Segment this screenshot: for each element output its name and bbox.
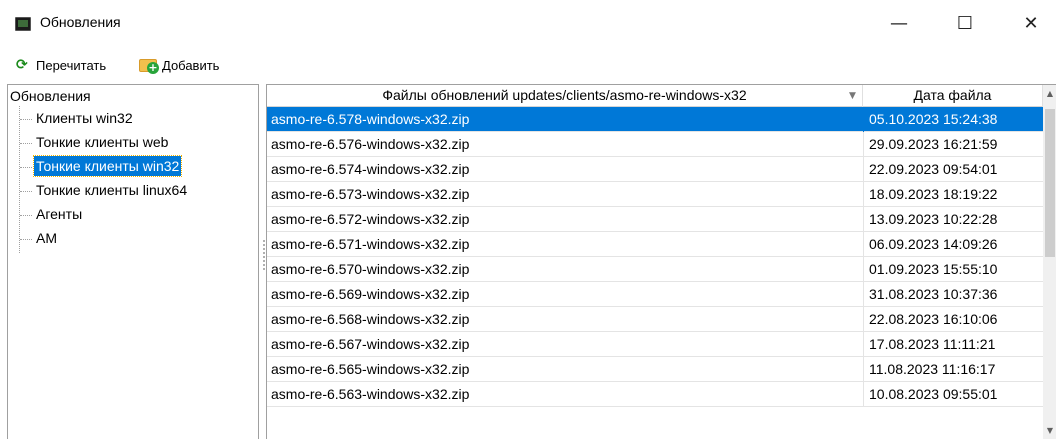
- column-divider: [863, 232, 864, 257]
- table-row[interactable]: asmo-re-6.569-windows-x32.zip 31.08.2023 …: [267, 282, 1043, 307]
- cell-file: asmo-re-6.571-windows-x32.zip: [271, 236, 470, 252]
- scroll-up-icon[interactable]: ▲: [1043, 85, 1056, 103]
- window-title: Обновления: [40, 14, 121, 30]
- files-table[interactable]: Файлы обновлений updates/clients/asmo-re…: [266, 84, 1056, 439]
- tree-item[interactable]: Клиенты win32: [20, 108, 135, 130]
- tree-item-label: AM: [36, 230, 57, 246]
- tree-item-label: Тонкие клиенты win32: [32, 155, 183, 177]
- table-row[interactable]: asmo-re-6.570-windows-x32.zip 01.09.2023 …: [267, 257, 1043, 282]
- tree-item[interactable]: Тонкие клиенты web: [20, 132, 170, 154]
- tree-item-label: Клиенты win32: [36, 110, 133, 126]
- table-header: Файлы обновлений updates/clients/asmo-re…: [267, 85, 1043, 107]
- add-button[interactable]: + Добавить: [138, 52, 219, 78]
- refresh-button[interactable]: ⟳ Перечитать: [16, 52, 106, 78]
- cell-file: asmo-re-6.578-windows-x32.zip: [271, 111, 470, 127]
- toolbar: ⟳ Перечитать + Добавить: [0, 52, 1056, 80]
- cell-file: asmo-re-6.563-windows-x32.zip: [271, 386, 470, 402]
- column-header-date[interactable]: Дата файла: [863, 85, 1043, 107]
- splitter-grip-icon: [263, 240, 265, 270]
- tree-branch-line: [20, 142, 32, 144]
- cell-date: 06.09.2023 14:09:26: [869, 236, 998, 252]
- column-divider: [863, 182, 864, 207]
- column-divider: [863, 357, 864, 382]
- scroll-down-icon[interactable]: ▼: [1043, 422, 1056, 439]
- maximize-button[interactable]: ☐: [942, 8, 988, 40]
- tree-branch-line: [20, 238, 32, 240]
- table-row[interactable]: asmo-re-6.572-windows-x32.zip 13.09.2023 …: [267, 207, 1043, 232]
- close-button[interactable]: ✕: [1008, 8, 1054, 40]
- column-divider: [863, 107, 864, 132]
- tree-branch-line: [20, 190, 32, 192]
- table-row[interactable]: asmo-re-6.571-windows-x32.zip 06.09.2023 …: [267, 232, 1043, 257]
- cell-date: 10.08.2023 09:55:01: [869, 386, 998, 402]
- folder-add-icon: +: [138, 55, 160, 75]
- table-row[interactable]: asmo-re-6.574-windows-x32.zip 22.09.2023 …: [267, 157, 1043, 182]
- cell-date: 22.09.2023 09:54:01: [869, 161, 998, 177]
- cell-date: 29.09.2023 16:21:59: [869, 136, 998, 152]
- column-divider: [863, 157, 864, 182]
- table-row[interactable]: asmo-re-6.565-windows-x32.zip 11.08.2023 …: [267, 357, 1043, 382]
- column-divider: [863, 132, 864, 157]
- tree-branch-line: [20, 166, 32, 168]
- cell-file: asmo-re-6.569-windows-x32.zip: [271, 286, 470, 302]
- cell-date: 22.08.2023 16:10:06: [869, 311, 998, 327]
- cell-file: asmo-re-6.565-windows-x32.zip: [271, 361, 470, 377]
- minimize-button[interactable]: —: [876, 8, 922, 40]
- sort-desc-icon: ▼: [849, 91, 856, 101]
- cell-date: 17.08.2023 11:11:21: [869, 336, 996, 352]
- cell-file: asmo-re-6.574-windows-x32.zip: [271, 161, 470, 177]
- tree-root[interactable]: Обновления: [10, 86, 91, 106]
- add-label: Добавить: [162, 57, 220, 73]
- monitor-icon: [15, 17, 31, 31]
- vertical-scrollbar[interactable]: ▲ ▼: [1043, 85, 1056, 439]
- cell-file: asmo-re-6.570-windows-x32.zip: [271, 261, 470, 277]
- cell-file: asmo-re-6.576-windows-x32.zip: [271, 136, 470, 152]
- tree-item-label: Тонкие клиенты web: [36, 134, 169, 150]
- category-tree[interactable]: Обновления Клиенты win32 Тонкие клиенты w…: [7, 84, 259, 439]
- table-row[interactable]: asmo-re-6.576-windows-x32.zip 29.09.2023 …: [267, 132, 1043, 157]
- cell-file: asmo-re-6.567-windows-x32.zip: [271, 336, 470, 352]
- tree-branch-line: [20, 214, 32, 216]
- column-divider: [863, 307, 864, 332]
- tree-branch-line: [20, 118, 32, 120]
- tree-item[interactable]: AM: [20, 228, 59, 250]
- tree-item-label: Агенты: [36, 206, 83, 222]
- column-header-file[interactable]: Файлы обновлений updates/clients/asmo-re…: [267, 85, 863, 107]
- column-divider: [863, 282, 864, 307]
- table-body: asmo-re-6.578-windows-x32.zip 05.10.2023 …: [267, 107, 1043, 407]
- column-divider: [863, 382, 864, 407]
- title-bar[interactable]: Обновления — ☐ ✕: [0, 0, 1056, 48]
- cell-file: asmo-re-6.568-windows-x32.zip: [271, 311, 470, 327]
- cell-date: 11.08.2023 11:16:17: [869, 361, 996, 377]
- column-divider: [863, 332, 864, 357]
- column-divider: [863, 257, 864, 282]
- tree-item[interactable]: Агенты: [20, 204, 84, 226]
- cell-date: 13.09.2023 10:22:28: [869, 211, 998, 227]
- tree-item-label: Тонкие клиенты linux64: [36, 182, 188, 198]
- table-row[interactable]: asmo-re-6.568-windows-x32.zip 22.08.2023 …: [267, 307, 1043, 332]
- cell-date: 05.10.2023 15:24:38: [869, 111, 998, 127]
- table-row[interactable]: asmo-re-6.578-windows-x32.zip 05.10.2023 …: [267, 107, 1043, 132]
- cell-date: 18.09.2023 18:19:22: [869, 186, 998, 202]
- table-row[interactable]: asmo-re-6.567-windows-x32.zip 17.08.2023 …: [267, 332, 1043, 357]
- cell-date: 01.09.2023 15:55:10: [869, 261, 998, 277]
- tree-item[interactable]: Тонкие клиенты win32: [20, 155, 183, 178]
- cell-file: asmo-re-6.572-windows-x32.zip: [271, 211, 470, 227]
- refresh-icon: ⟳: [16, 57, 28, 73]
- scroll-thumb[interactable]: [1045, 109, 1055, 257]
- cell-date: 31.08.2023 10:37:36: [869, 286, 998, 302]
- tree-item[interactable]: Тонкие клиенты linux64: [20, 180, 189, 202]
- column-divider: [863, 207, 864, 232]
- table-row[interactable]: asmo-re-6.573-windows-x32.zip 18.09.2023 …: [267, 182, 1043, 207]
- refresh-label: Перечитать: [36, 57, 107, 73]
- table-row[interactable]: asmo-re-6.563-windows-x32.zip 10.08.2023 …: [267, 382, 1043, 407]
- cell-file: asmo-re-6.573-windows-x32.zip: [271, 186, 470, 202]
